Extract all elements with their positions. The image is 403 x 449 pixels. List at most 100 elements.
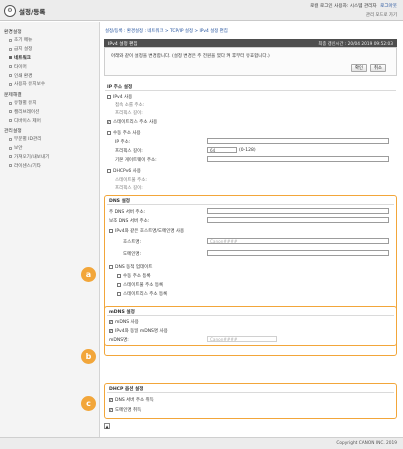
cancel-button[interactable]: 취소	[370, 64, 386, 72]
sidebar-item-network[interactable]: 네트워크	[0, 54, 99, 63]
logout-link[interactable]: 로그아웃	[380, 4, 397, 9]
sidebar-item-label: 가져오기/내보내기	[14, 154, 50, 160]
same-mdns-name-checkbox[interactable]	[109, 329, 113, 333]
last-updated-timestamp: 최종 갱신시간 : 20/04 2019 09:52:03	[318, 41, 393, 47]
sidebar-item-paper[interactable]: 급지 설정	[0, 45, 99, 54]
same-mdns-name-row[interactable]: IPv4와 동일 mDNS명 사용	[109, 328, 168, 334]
sidebar-item-dept-id[interactable]: 부문별 ID관리	[0, 135, 99, 144]
sidebar-item-label: 디바이스 제어	[14, 118, 41, 124]
panel-title-bar: IPv4 설정 편집 최종 갱신시간 : 20/04 2019 09:52:03	[104, 39, 397, 47]
sidebar-item-label: 인쇄 환경	[14, 73, 33, 79]
user-info: 로컬 로그인 사용자: 시스템 관리자 로그아웃	[310, 3, 397, 9]
dns-dynamic-update-label: DNS 동적 업데이트	[115, 265, 153, 270]
stateless-register-checkbox[interactable]	[117, 292, 121, 296]
sidebar-item-license[interactable]: 라이센스/기타	[0, 161, 99, 170]
sidebar-item-label: 유형별 유지	[14, 101, 37, 107]
bullet-icon	[9, 74, 12, 78]
bullet-icon	[9, 137, 12, 141]
bullet-icon	[9, 164, 12, 168]
sidebar-item-print-env[interactable]: 인쇄 환경	[0, 71, 99, 80]
use-mdns-row[interactable]: mDNS 사용	[109, 319, 139, 325]
sidebar-item-import-export[interactable]: 가져오기/내보내기	[0, 153, 99, 162]
stateless-row[interactable]: 스테이트리스 주소 사용	[107, 119, 157, 125]
sidebar-item-calibration[interactable]: 캘리브레이션	[0, 107, 99, 116]
panel-title: IPv4 설정 편집	[108, 41, 138, 47]
dhcp-dns-server-label: DNS 서버 주소 취득	[115, 398, 154, 403]
manual-register-row[interactable]: 수동 주소 등록	[117, 273, 151, 279]
stateless-checkbox[interactable]	[107, 120, 111, 124]
app-title: 설정/등록	[19, 7, 46, 16]
ip-address-label: IP 주소:	[115, 140, 131, 145]
manual-address-checkbox[interactable]	[107, 131, 111, 135]
dhcp-domain-name-row[interactable]: 도메인명 취득	[109, 407, 141, 413]
dhcp-prefix-label: 프리픽스 길이:	[115, 186, 143, 191]
bullet-icon	[9, 146, 12, 150]
gateway-label: 기본 게이트웨이 주소:	[115, 158, 157, 163]
stateless-register-label: 스테이트리스 주소 등록	[123, 292, 168, 297]
gateway-input[interactable]	[207, 156, 389, 162]
stateful-register-checkbox[interactable]	[117, 283, 121, 287]
dns-dynamic-update-row[interactable]: DNS 동적 업데이트	[109, 264, 152, 270]
callout-badge-b: b	[81, 349, 96, 364]
app-logo[interactable]: ⚙ 설정/등록	[4, 3, 45, 18]
sidebar-group-title: 관리설정	[4, 129, 22, 135]
divider	[107, 204, 394, 205]
divider	[107, 315, 394, 316]
top-header: ⚙ 설정/등록 로컬 로그인 사용자: 시스템 관리자 로그아웃 관리 모드로 …	[0, 0, 403, 21]
manual-register-label: 수동 주소 등록	[123, 274, 151, 279]
same-host-row[interactable]: IPv4와 같은 호스트명/도메인명 사용	[109, 228, 184, 234]
bullet-icon	[9, 101, 12, 105]
notice-box: 아래와 같이 설정을 변경합니다. (설정 변경은 주 전원을 껐다 켜 후부터…	[104, 47, 397, 76]
auto-ip-row[interactable]: IPv4 사용	[107, 94, 132, 100]
sidebar-item-security[interactable]: 보안	[0, 144, 99, 153]
sidebar-item-label: 네트워크	[14, 55, 31, 61]
mdns-name-input[interactable]: Canon####	[207, 336, 277, 342]
callout-badge-a: a	[81, 267, 96, 282]
page-top-button[interactable]: ▲	[104, 423, 110, 429]
dns-dynamic-update-checkbox[interactable]	[109, 265, 113, 269]
auto-ip-prefix-label: 프리픽스 길이:	[115, 111, 143, 116]
sidebar-item-device-control[interactable]: 디바이스 제어	[0, 116, 99, 125]
manual-address-row[interactable]: 수동 주소 사용	[107, 130, 141, 136]
domain-name-input[interactable]	[207, 250, 389, 256]
ip-address-input[interactable]	[207, 138, 389, 144]
manual-address-label: 수동 주소 사용	[113, 131, 141, 136]
copyright-text: Copyright CANON INC. 2019	[336, 441, 397, 446]
callout-badge-c: c	[81, 396, 96, 411]
sidebar-item-label: 급지 설정	[14, 47, 33, 53]
sidebar-group-settings: 환경설정 초기 메뉴 급지 설정 네트워크 타이머 인쇄 환경 사용자 유지보수	[0, 26, 99, 89]
auto-ip-checkbox[interactable]	[107, 95, 111, 99]
dhcp-dns-server-checkbox[interactable]	[109, 398, 113, 402]
sidebar-item-initial-menu[interactable]: 초기 메뉴	[0, 36, 99, 45]
sidebar-item-maintenance[interactable]: 사용자 유지보수	[0, 80, 99, 89]
stateful-register-row[interactable]: 스테이트풀 주소 등록	[117, 282, 163, 288]
sidebar-item-label: 초기 메뉴	[14, 38, 33, 44]
sidebar-item-label: 타이머	[14, 64, 27, 70]
sidebar-group-admin: 관리설정 부문별 ID관리 보안 가져오기/내보내기 라이센스/기타	[0, 125, 99, 170]
stateless-label: 스테이트리스 주소 사용	[113, 120, 158, 125]
dhcpv6-checkbox[interactable]	[107, 169, 111, 173]
prefix-length-input[interactable]: 64	[207, 147, 237, 153]
bullet-icon	[9, 119, 12, 123]
ok-button[interactable]: 확인	[351, 64, 367, 72]
breadcrumb[interactable]: 설정/등록 : 환경설정 : 네트워크 > TCP/IP 설정 > IPv4 설…	[105, 28, 228, 34]
sidebar-item-label: 라이센스/기타	[14, 163, 41, 169]
dhcp-dns-server-row[interactable]: DNS 서버 주소 취득	[109, 397, 154, 403]
dhcpv6-row[interactable]: DHCPv6 사용	[107, 168, 141, 174]
divider	[105, 90, 396, 91]
stateless-register-row[interactable]: 스테이트리스 주소 등록	[117, 291, 167, 297]
secondary-dns-label: 보조 DNS 서버 주소:	[109, 219, 150, 224]
portal-link[interactable]: 관리 모드로 가기	[366, 12, 397, 18]
dhcp-domain-name-label: 도메인명 취득	[115, 408, 142, 413]
primary-dns-input[interactable]	[207, 208, 389, 214]
manual-register-checkbox[interactable]	[117, 274, 121, 278]
use-mdns-checkbox[interactable]	[109, 320, 113, 324]
host-name-input[interactable]: Canon####	[207, 238, 389, 244]
same-host-checkbox[interactable]	[109, 229, 113, 233]
host-name-label: 호스트명:	[123, 240, 142, 245]
sidebar-item-type-maintenance[interactable]: 유형별 유지	[0, 99, 99, 108]
mdns-name-label: mDNS명:	[109, 338, 129, 343]
sidebar-item-timer[interactable]: 타이머	[0, 62, 99, 71]
dhcp-domain-name-checkbox[interactable]	[109, 408, 113, 412]
secondary-dns-input[interactable]	[207, 217, 389, 223]
